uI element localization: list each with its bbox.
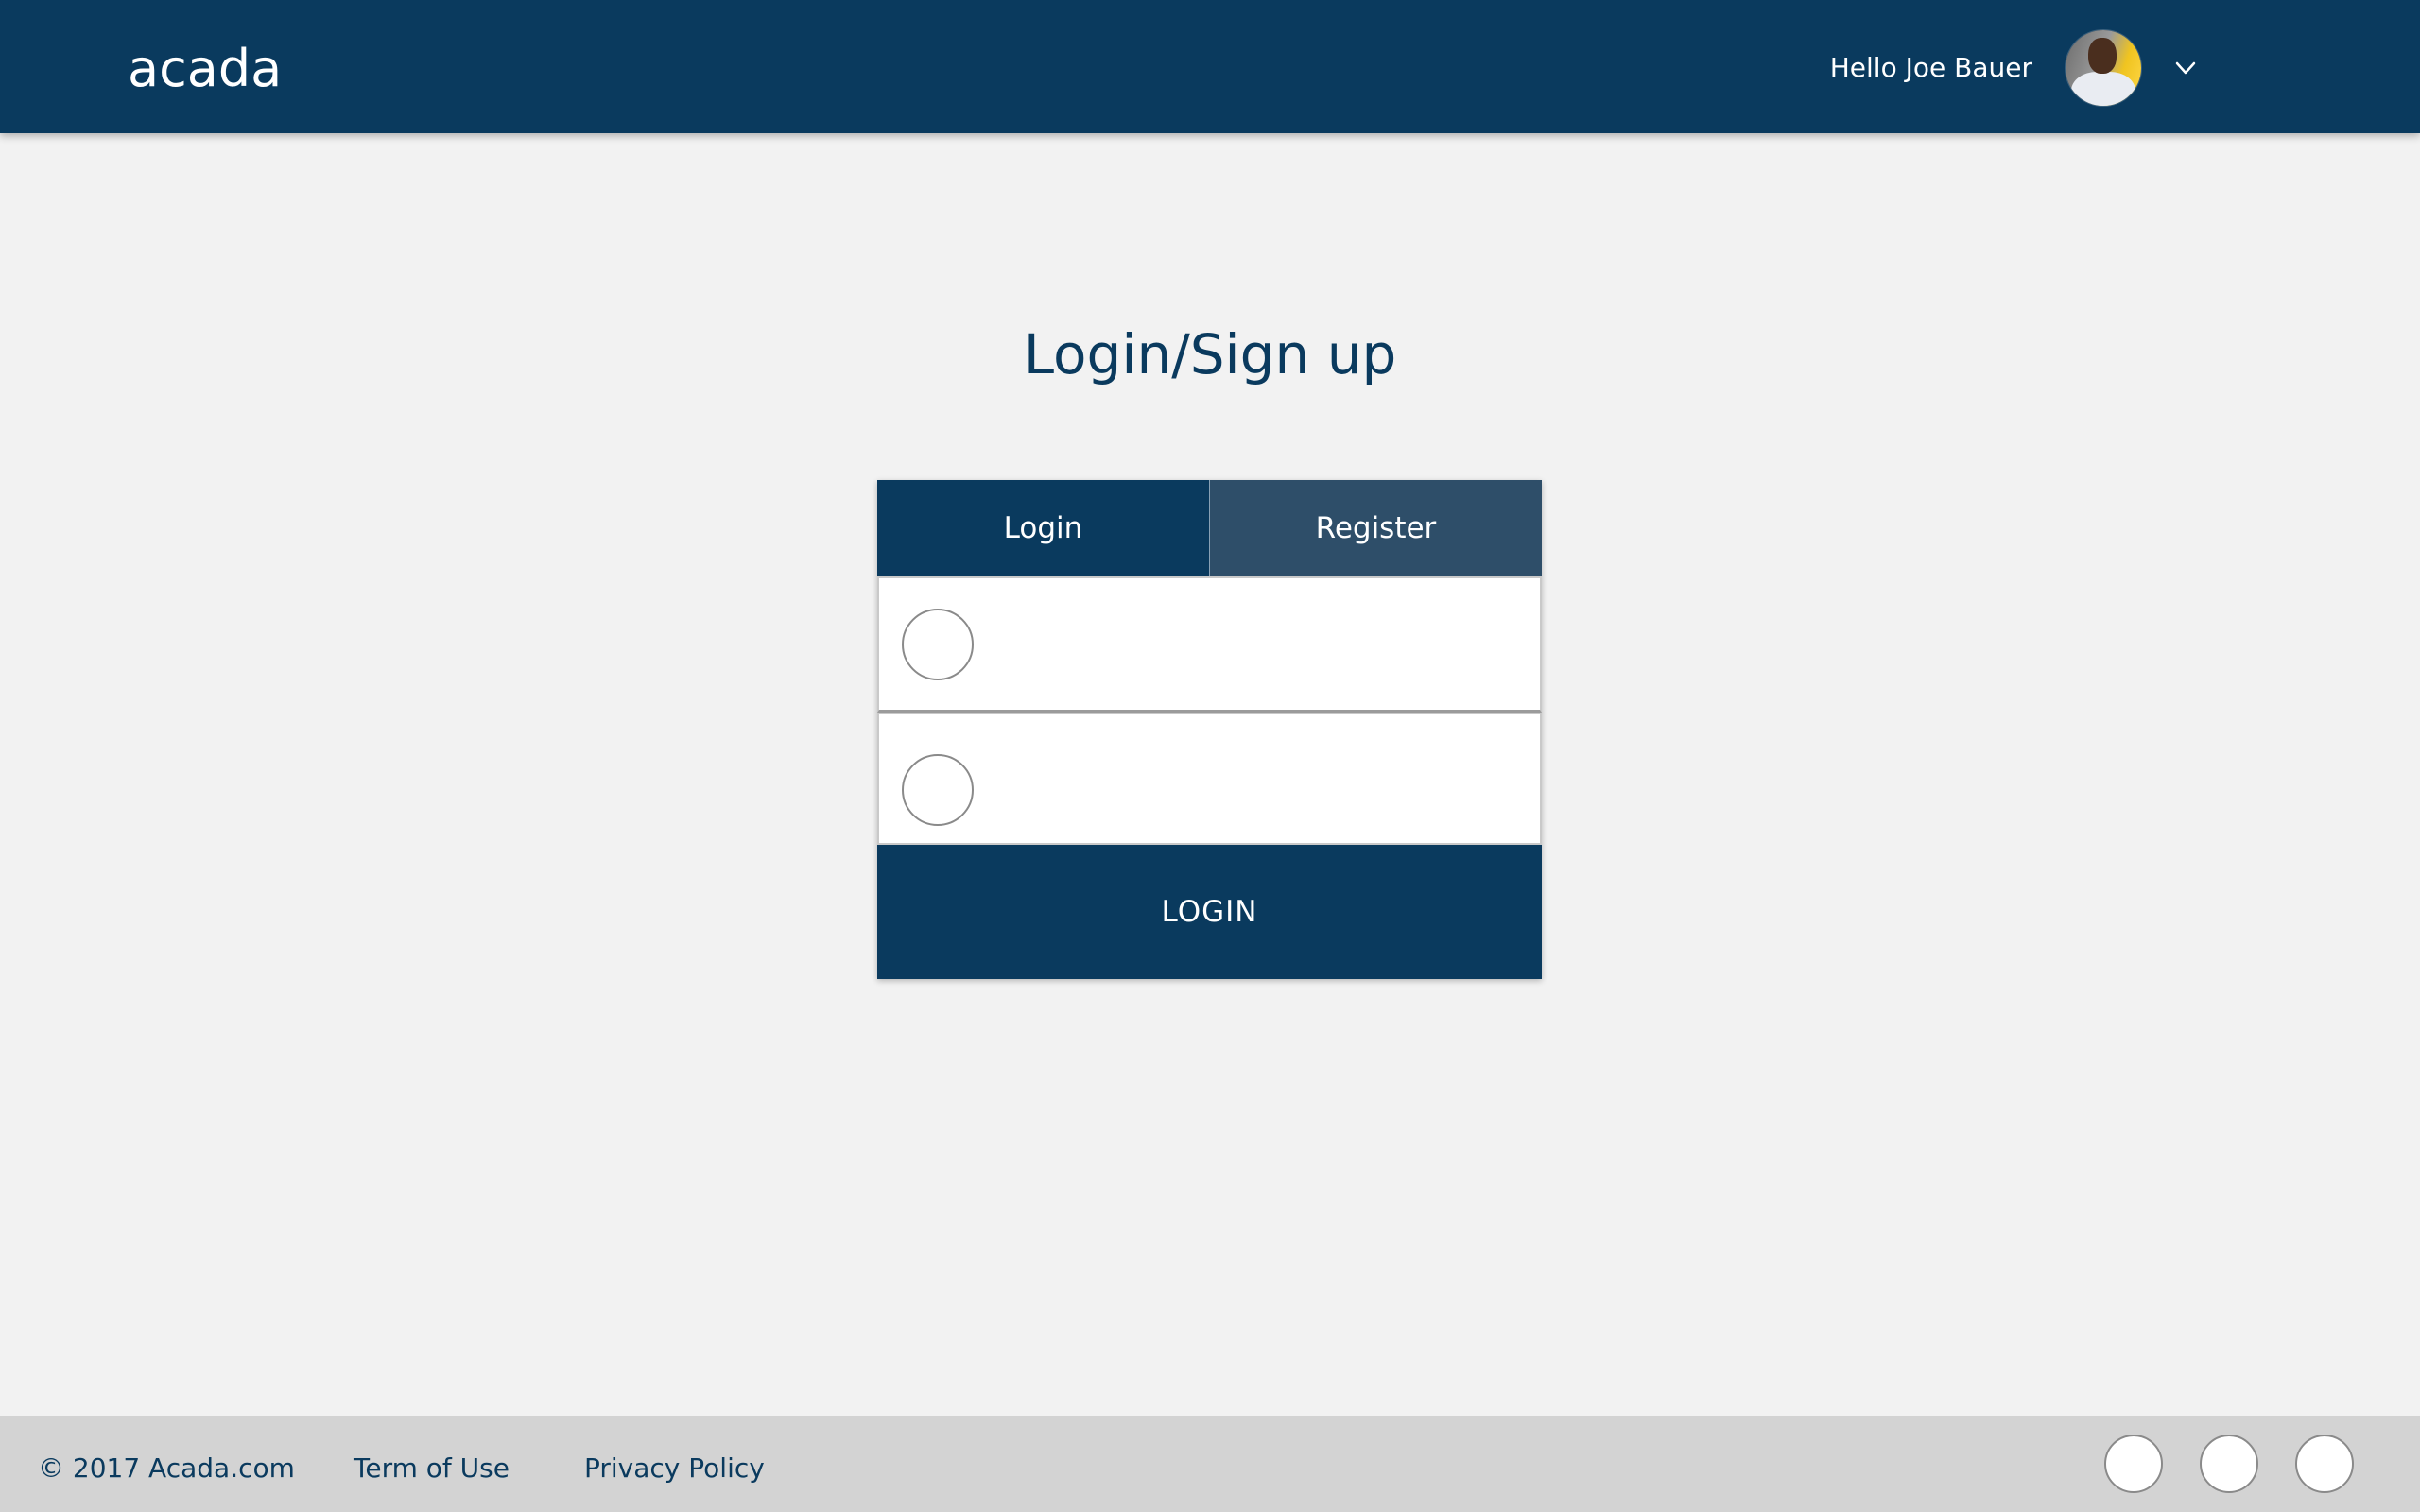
social-icon-3[interactable]	[2295, 1435, 2354, 1493]
privacy-policy-link[interactable]: Privacy Policy	[584, 1450, 765, 1487]
username-input[interactable]	[993, 597, 1522, 692]
tab-register[interactable]: Register	[1209, 480, 1542, 576]
chevron-down-icon[interactable]	[2172, 55, 2199, 81]
user-icon	[902, 609, 974, 680]
user-greeting: Hello Joe Bauer	[1829, 52, 2032, 83]
terms-of-use-link[interactable]: Term of Use	[354, 1450, 510, 1487]
top-nav-bar: acada Hello Joe Bauer	[0, 0, 2420, 133]
password-field	[877, 713, 1542, 845]
avatar-head-shape	[2088, 38, 2117, 74]
copyright-text: © 2017 Acada.com	[38, 1452, 295, 1484]
username-field	[877, 576, 1542, 713]
footer: © 2017 Acada.com Term of Use Privacy Pol…	[0, 1416, 2420, 1512]
social-icon-1[interactable]	[2104, 1435, 2163, 1493]
auth-tabs: Login Register	[877, 480, 1542, 576]
avatar-body-shape	[2071, 72, 2135, 106]
social-icon-2[interactable]	[2200, 1435, 2258, 1493]
lock-icon	[902, 754, 974, 826]
tab-login[interactable]: Login	[877, 480, 1209, 576]
page-title: Login/Sign up	[1023, 322, 1397, 387]
login-button[interactable]: LOGIN	[877, 845, 1542, 979]
avatar[interactable]	[2066, 30, 2141, 106]
password-input[interactable]	[993, 733, 1522, 828]
brand-logo-text[interactable]: acada	[128, 36, 282, 102]
login-card: Login Register LOGIN	[877, 480, 1542, 979]
